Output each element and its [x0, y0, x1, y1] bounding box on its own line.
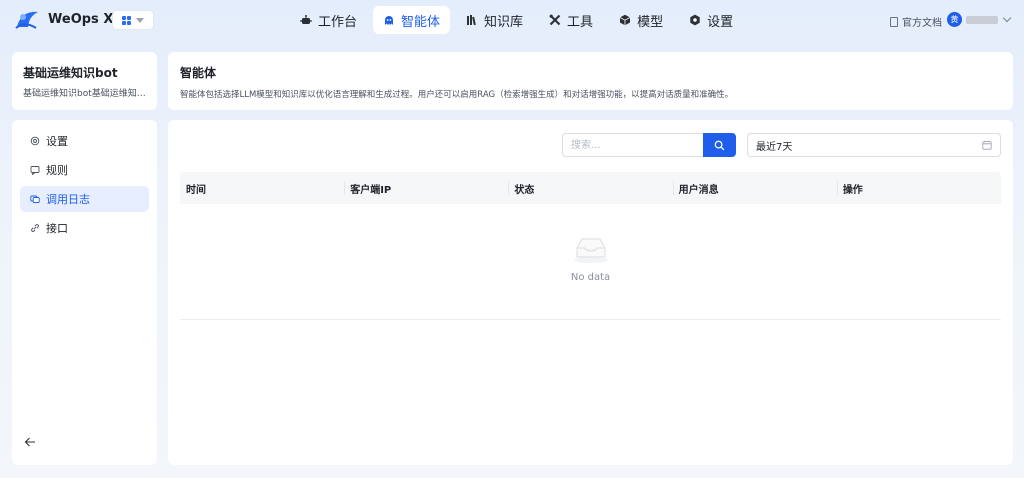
column-header-status[interactable]: 状态	[508, 172, 672, 204]
nav-models[interactable]: 模型	[609, 6, 673, 34]
nav-label: 设置	[707, 14, 734, 30]
empty-text: No data	[570, 272, 611, 283]
rules-icon	[30, 166, 40, 175]
page-title: 智能体	[180, 66, 217, 80]
agent-icon	[385, 16, 394, 25]
app-switcher[interactable]	[112, 10, 154, 30]
bot-description: 基础运维知识bot基础运维知识bot	[23, 89, 146, 99]
gear-icon	[690, 14, 700, 26]
search-input[interactable]	[562, 133, 703, 157]
table-header: 时间 客户端IP 状态 用户消息 操作	[180, 172, 1001, 204]
nav-label: 智能体	[401, 14, 441, 30]
bot-name: 基础运维知识bot	[23, 66, 118, 80]
brand-name[interactable]: WeOps X	[48, 12, 113, 27]
cube-icon	[619, 14, 631, 26]
weops-logo-icon[interactable]	[14, 9, 40, 31]
date-range-picker[interactable]: 最近7天	[747, 133, 1001, 157]
tools-icon	[549, 14, 561, 26]
top-header: WeOps X 工作台 智能体 知识库 工具 模型 设置 官方文档 黄	[0, 0, 1024, 40]
sidebar-item-label: 设置	[46, 135, 68, 148]
log-icon	[30, 195, 40, 203]
official-docs-link[interactable]: 官方文档	[890, 14, 942, 29]
table-body-empty: No data	[180, 204, 1001, 320]
link-icon	[31, 224, 39, 232]
docs-label: 官方文档	[902, 18, 942, 29]
side-menu: 设置 规则 调用日志 接口	[12, 120, 157, 465]
nav-workbench[interactable]: 工作台	[290, 6, 367, 34]
nav-label: 工作台	[318, 14, 358, 30]
column-header-time[interactable]: 时间	[180, 172, 344, 204]
call-log-panel: 最近7天 时间 客户端IP 状态 用户消息 操作 No data	[168, 120, 1013, 465]
nav-agents[interactable]: 智能体	[373, 6, 451, 34]
caret-down-icon	[136, 17, 144, 23]
avatar: 黄	[947, 12, 962, 27]
search-button[interactable]	[703, 133, 736, 157]
empty-inbox-icon	[573, 238, 608, 263]
nav-tools[interactable]: 工具	[539, 6, 603, 34]
sidebar-item-label: 规则	[46, 164, 68, 177]
column-header-client-ip[interactable]: 客户端IP	[344, 172, 508, 204]
nav-label: 知识库	[484, 14, 524, 30]
books-icon	[467, 15, 476, 26]
page-intro: 智能体 智能体包括选择LLM模型和知识库以优化语言理解和生成过程。用户还可以启用…	[168, 52, 1013, 110]
sidebar-item-api[interactable]: 接口	[20, 215, 149, 241]
bot-info-card: 基础运维知识bot 基础运维知识bot基础运维知识bot	[12, 52, 157, 110]
sidebar-item-label: 调用日志	[46, 193, 90, 206]
nav-settings[interactable]: 设置	[679, 6, 743, 34]
sidebar-item-rules[interactable]: 规则	[20, 157, 149, 183]
date-range-value: 最近7天	[756, 141, 793, 153]
search-icon	[714, 140, 725, 150]
robot-icon	[300, 15, 312, 24]
main-nav: 工作台 智能体 知识库 工具 模型 设置	[290, 6, 743, 34]
nav-knowledge-base[interactable]: 知识库	[456, 6, 533, 34]
nav-label: 工具	[567, 14, 594, 30]
column-header-actions[interactable]: 操作	[836, 172, 1001, 204]
column-header-user-message[interactable]: 用户消息	[672, 172, 837, 204]
settings-icon	[30, 136, 40, 146]
apps-grid-icon	[122, 15, 131, 25]
document-icon	[890, 16, 898, 27]
sidebar-item-settings[interactable]: 设置	[20, 128, 149, 154]
page-description: 智能体包括选择LLM模型和知识库以优化语言理解和生成过程。用户还可以启用RAG（…	[180, 90, 734, 100]
calendar-icon	[982, 140, 992, 150]
call-log-table: 时间 客户端IP 状态 用户消息 操作 No data	[180, 172, 1001, 320]
user-name: 用户	[966, 15, 998, 24]
nav-label: 模型	[637, 14, 664, 30]
sidebar-item-call-logs[interactable]: 调用日志	[20, 186, 149, 212]
user-menu[interactable]: 黄 用户	[947, 12, 1012, 27]
sidebar-item-label: 接口	[46, 222, 68, 235]
chevron-down-icon	[1002, 13, 1012, 23]
arrow-left-icon[interactable]	[23, 435, 37, 449]
